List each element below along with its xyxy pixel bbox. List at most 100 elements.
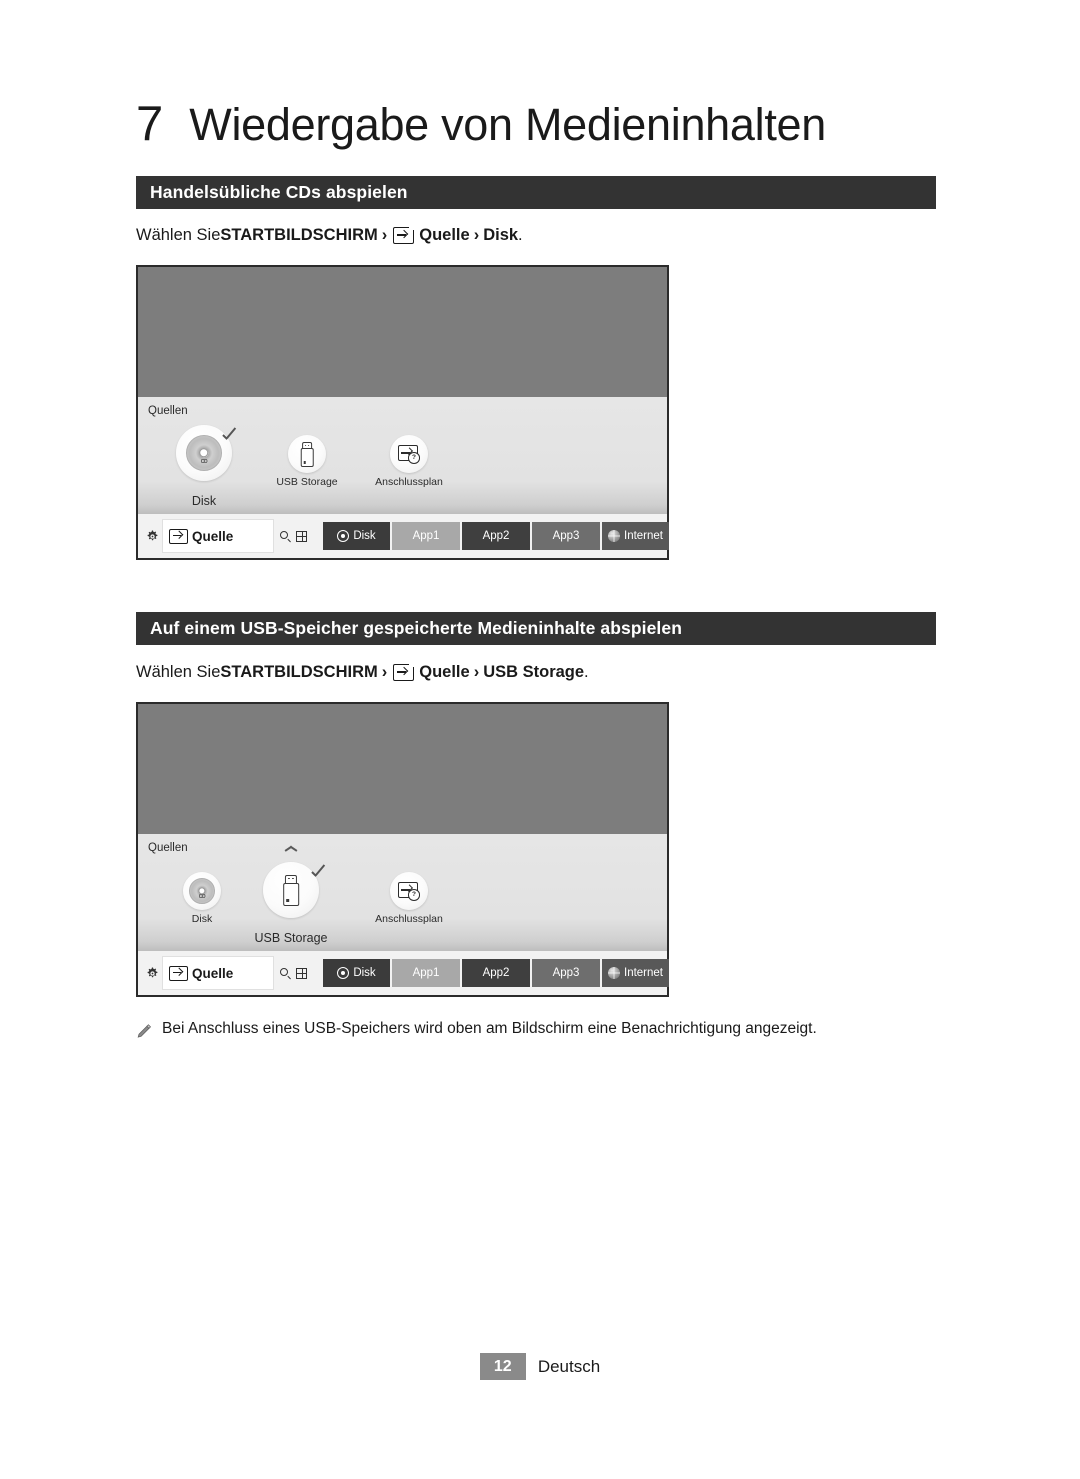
selected-check-icon — [311, 864, 329, 882]
connection-guide-icon: ? — [397, 443, 421, 465]
app-tiles: Disk App1 App2 App3 Internet — [323, 522, 669, 550]
source-icon — [393, 226, 415, 244]
app-tile-label: App3 — [552, 967, 580, 979]
app-tile-label: App3 — [552, 530, 580, 542]
instruction-step-source: Quelle — [419, 226, 470, 244]
grid-icon[interactable] — [296, 530, 307, 542]
selected-check-icon — [222, 427, 240, 445]
note-text: Bei Anschluss eines USB-Speichers wird o… — [162, 1020, 817, 1037]
source-item-anschlussplan[interactable]: ? Anschlussplan — [354, 872, 464, 925]
search-icon[interactable] — [280, 967, 291, 979]
source-icon-wrapper: ? — [390, 435, 428, 473]
source-icon-wrapper: ? — [390, 872, 428, 910]
source-icon — [393, 663, 415, 681]
chevron-up-icon — [285, 848, 297, 855]
app-tile-disk[interactable]: Disk — [323, 959, 390, 987]
app-tile-label: Internet — [624, 967, 663, 979]
section-heading-label: Auf einem USB-Speicher gespeicherte Medi… — [150, 618, 683, 638]
source-icon — [169, 965, 188, 981]
app-tile-internet[interactable]: Internet — [602, 959, 669, 987]
instruction-step-target: Disk — [483, 226, 519, 244]
instruction-step-target: USB Storage — [483, 663, 585, 681]
app-tile-label: App2 — [482, 967, 510, 979]
source-item-usb-storage[interactable]: USB Storage — [259, 435, 355, 488]
section-heading-label: Handelsübliche CDs abspielen — [150, 182, 408, 202]
app-tile-internet[interactable]: Internet — [602, 522, 669, 550]
app-tile-label: Disk — [353, 967, 376, 979]
tv-screen-illustration-2: Quellen CD Disk USB Storage ? Anschlussp… — [136, 702, 669, 997]
section-header-2: Auf einem USB-Speicher gespeicherte Medi… — [136, 612, 936, 645]
instruction-step-source: Quelle — [419, 663, 470, 681]
connection-guide-icon: ? — [397, 880, 421, 902]
source-button[interactable]: Quelle — [163, 957, 273, 989]
chapter-number: 7 — [136, 97, 164, 151]
sources-panel: Quellen CD Disk USB Storage ? Anschlussp… — [138, 834, 667, 951]
screen-bottom-bar: Quelle Disk App1 App2 App3 Internet — [138, 951, 669, 995]
app-tile-label: App1 — [412, 530, 440, 542]
instruction-separator: › — [381, 226, 388, 244]
sources-panel: Quellen CD Disk USB Storage ? Anschlussp… — [138, 397, 667, 514]
instruction-suffix: . — [518, 226, 523, 244]
usb-drive-icon — [299, 442, 316, 467]
app-tile-label: Internet — [624, 530, 663, 542]
instruction-separator-2: › — [473, 663, 480, 681]
app-tiles: Disk App1 App2 App3 Internet — [323, 959, 669, 987]
app-tile-disk[interactable]: Disk — [323, 522, 390, 550]
chapter-title: Wiedergabe von Medieninhalten — [189, 99, 826, 150]
app-tile-label: App2 — [482, 530, 510, 542]
source-item-label: Anschlussplan — [375, 476, 443, 488]
page-footer: 12 Deutsch — [0, 1353, 1080, 1380]
search-icon[interactable] — [280, 530, 291, 542]
screen-video-area — [138, 704, 667, 834]
source-icon-wrapper: CD — [183, 872, 221, 910]
instruction-line-2: Wählen Sie STARTBILDSCHIRM › Quelle › US… — [136, 663, 589, 682]
screen-bottom-bar: Quelle Disk App1 App2 App3 Internet — [138, 514, 669, 558]
usb-drive-icon — [280, 874, 302, 906]
grid-icon[interactable] — [296, 967, 307, 979]
pencil-icon — [136, 1023, 153, 1040]
source-button[interactable]: Quelle — [163, 520, 273, 552]
app-tile-app2[interactable]: App2 — [462, 959, 530, 987]
page-number-badge: 12 — [479, 1353, 526, 1380]
globe-icon — [608, 967, 620, 979]
instruction-line-1: Wählen Sie STARTBILDSCHIRM › Quelle › Di… — [136, 226, 523, 245]
source-button-label: Quelle — [192, 528, 234, 544]
manual-page: 7 Wiedergabe von Medieninhalten Handelsü… — [0, 0, 1080, 1479]
section-header-1: Handelsübliche CDs abspielen — [136, 176, 936, 209]
language-label: Deutsch — [537, 1356, 601, 1376]
source-item-label: USB Storage — [254, 931, 328, 945]
app-tile-app2[interactable]: App2 — [462, 522, 530, 550]
page-title: 7 Wiedergabe von Medieninhalten — [136, 96, 956, 152]
instruction-step-home: STARTBILDSCHIRM — [220, 663, 378, 681]
disc-icon: CD — [186, 435, 222, 471]
gear-icon[interactable] — [146, 967, 159, 980]
instruction-prefix: Wählen Sie — [136, 226, 221, 244]
app-tile-label: Disk — [353, 530, 376, 542]
sources-list: CD Disk USB Storage ? Anschlussplan — [138, 397, 667, 514]
note-line: Bei Anschluss eines USB-Speichers wird o… — [136, 1020, 956, 1040]
source-icon — [169, 528, 188, 544]
instruction-suffix: . — [584, 663, 589, 681]
tv-screen-illustration-1: Quellen CD Disk USB Storage ? Anschlussp… — [136, 265, 669, 560]
source-item-label: Disk — [191, 913, 213, 925]
instruction-separator: › — [381, 663, 388, 681]
source-item-anschlussplan[interactable]: ? Anschlussplan — [354, 435, 464, 488]
sources-list: CD Disk USB Storage ? Anschlussplan — [138, 834, 667, 951]
app-tile-app1[interactable]: App1 — [392, 959, 460, 987]
source-item-disk[interactable]: CD Disk — [163, 872, 241, 925]
app-tile-app1[interactable]: App1 — [392, 522, 460, 550]
gear-icon[interactable] — [146, 530, 159, 543]
globe-icon — [608, 530, 620, 542]
app-tile-label: App1 — [412, 967, 440, 979]
app-tile-app3[interactable]: App3 — [532, 522, 600, 550]
source-item-label: Anschlussplan — [375, 913, 443, 925]
disc-icon: CD — [189, 878, 215, 904]
source-item-label: USB Storage — [276, 476, 338, 488]
screen-video-area — [138, 267, 667, 397]
instruction-prefix: Wählen Sie — [136, 663, 221, 681]
instruction-separator-2: › — [473, 226, 480, 244]
app-tile-app3[interactable]: App3 — [532, 959, 600, 987]
source-button-label: Quelle — [192, 965, 234, 981]
disk-icon — [337, 967, 350, 979]
source-item-label: Disk — [191, 494, 217, 508]
